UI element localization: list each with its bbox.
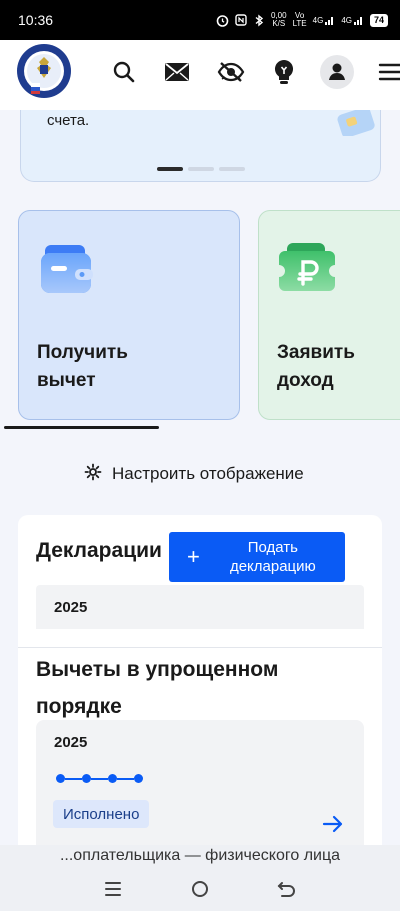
net-speed-unit: K/S bbox=[272, 19, 286, 28]
tile-get-deduction[interactable]: Получить вычет bbox=[18, 210, 240, 420]
submit-declaration-button[interactable]: + Подать декларацию bbox=[169, 532, 345, 582]
customize-display-button[interactable]: Настроить отображение bbox=[84, 462, 304, 486]
tile-label: Заявить доход bbox=[277, 339, 355, 395]
carousel-text: счета. bbox=[47, 112, 90, 129]
bluetooth-icon bbox=[253, 13, 265, 27]
customize-label: Настроить отображение bbox=[112, 464, 304, 483]
battery-level: 74 bbox=[369, 13, 388, 27]
carousel-pager bbox=[157, 167, 245, 171]
eye-off-icon[interactable] bbox=[211, 52, 251, 92]
tile-label: Получить вычет bbox=[37, 339, 128, 395]
arrow-right-icon[interactable] bbox=[321, 812, 345, 836]
alarm-icon bbox=[216, 13, 229, 27]
signal-icon-2: 4G bbox=[341, 13, 364, 27]
tiles-scroll-indicator bbox=[4, 426, 159, 429]
step-line bbox=[117, 777, 134, 780]
carousel-dot[interactable] bbox=[188, 167, 214, 171]
status-icons: 0,00 K/S Vo LTE 4G 4G 74 bbox=[216, 12, 388, 28]
menu-icon[interactable] bbox=[370, 52, 400, 92]
home-icon[interactable] bbox=[185, 874, 215, 904]
back-icon[interactable] bbox=[272, 874, 302, 904]
plus-icon: + bbox=[187, 544, 200, 569]
progress-steps bbox=[56, 774, 143, 783]
fns-logo[interactable] bbox=[16, 43, 72, 99]
simplified-deductions-title: Вычеты в упрощенном порядке bbox=[36, 658, 279, 718]
divider bbox=[18, 647, 382, 648]
declarations-title: Декларации bbox=[36, 539, 162, 562]
bottom-caption[interactable]: ...оплательщика — физического лица bbox=[0, 847, 400, 865]
status-time: 10:36 bbox=[18, 12, 54, 28]
deduction-year: 2025 bbox=[54, 734, 88, 751]
app-header bbox=[0, 40, 400, 110]
step-dot bbox=[134, 774, 143, 783]
nfc-icon bbox=[235, 13, 247, 27]
card-illustration bbox=[337, 110, 377, 141]
system-navigation bbox=[0, 866, 400, 911]
declaration-year-item[interactable]: 2025 bbox=[36, 585, 364, 629]
profile-icon[interactable] bbox=[317, 52, 357, 92]
step-dot bbox=[108, 774, 117, 783]
submit-label-line2: декларацию bbox=[229, 558, 316, 575]
recents-icon[interactable] bbox=[98, 874, 128, 904]
submit-declaration-label: Подать декларацию bbox=[218, 538, 328, 576]
search-icon[interactable] bbox=[104, 52, 144, 92]
tile-label-line2: доход bbox=[277, 370, 334, 391]
network-type-1: 4G bbox=[312, 15, 324, 25]
net-speed: 0,00 K/S bbox=[271, 12, 287, 28]
wallet-icon bbox=[39, 241, 95, 304]
promo-carousel[interactable]: счета. bbox=[20, 110, 381, 182]
carousel-dot[interactable] bbox=[219, 167, 245, 171]
declarations-panel: Декларации + Подать декларацию 2025 Выче… bbox=[18, 515, 382, 880]
signal-icon-1: 4G bbox=[313, 13, 336, 27]
status-badge: Исполнено bbox=[53, 800, 150, 828]
network-type-2: 4G bbox=[341, 15, 352, 25]
gear-icon bbox=[84, 463, 102, 486]
bulb-icon[interactable] bbox=[264, 52, 304, 92]
volte-bottom: LTE bbox=[292, 19, 307, 28]
carousel-dot[interactable] bbox=[157, 167, 183, 171]
tile-label-line2: вычет bbox=[37, 370, 96, 391]
step-dot bbox=[56, 774, 65, 783]
mail-icon[interactable] bbox=[157, 52, 197, 92]
step-line bbox=[91, 777, 108, 780]
ruble-ticket-icon bbox=[279, 241, 337, 304]
tile-declare-income[interactable]: Заявить доход bbox=[258, 210, 400, 420]
volte-indicator: Vo LTE bbox=[292, 12, 307, 28]
status-bar: 10:36 0,00 K/S Vo LTE 4G 4G 74 bbox=[0, 0, 400, 40]
tile-label-line1: Получить bbox=[37, 342, 128, 363]
submit-label-line1: Подать bbox=[247, 539, 298, 556]
step-line bbox=[65, 777, 82, 780]
step-dot bbox=[82, 774, 91, 783]
declaration-year: 2025 bbox=[54, 598, 88, 616]
tile-label-line1: Заявить bbox=[277, 342, 355, 363]
